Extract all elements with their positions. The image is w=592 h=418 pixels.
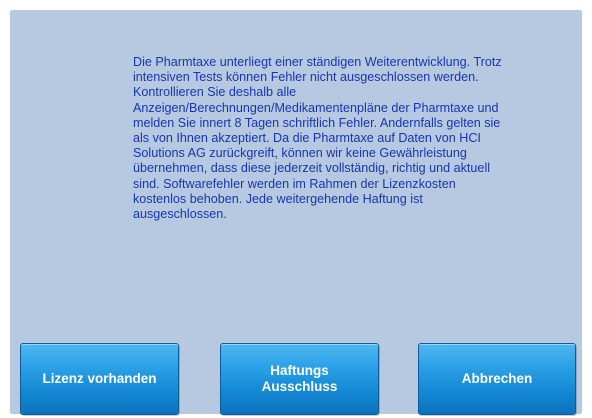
cancel-label: Abbrechen	[461, 371, 533, 386]
disclaimer-text: Die Pharmtaxe unterliegt einer ständigen…	[133, 55, 502, 222]
license-available-button[interactable]: Lizenz vorhanden	[20, 343, 179, 415]
cancel-button[interactable]: Abbrechen	[418, 343, 576, 415]
license-available-label: Lizenz vorhanden	[42, 371, 157, 386]
liability-exclusion-label: Haftungs Ausschluss	[261, 363, 338, 394]
liability-exclusion-button[interactable]: Haftungs Ausschluss	[220, 343, 379, 415]
disclaimer-dialog: Die Pharmtaxe unterliegt einer ständigen…	[10, 10, 582, 415]
